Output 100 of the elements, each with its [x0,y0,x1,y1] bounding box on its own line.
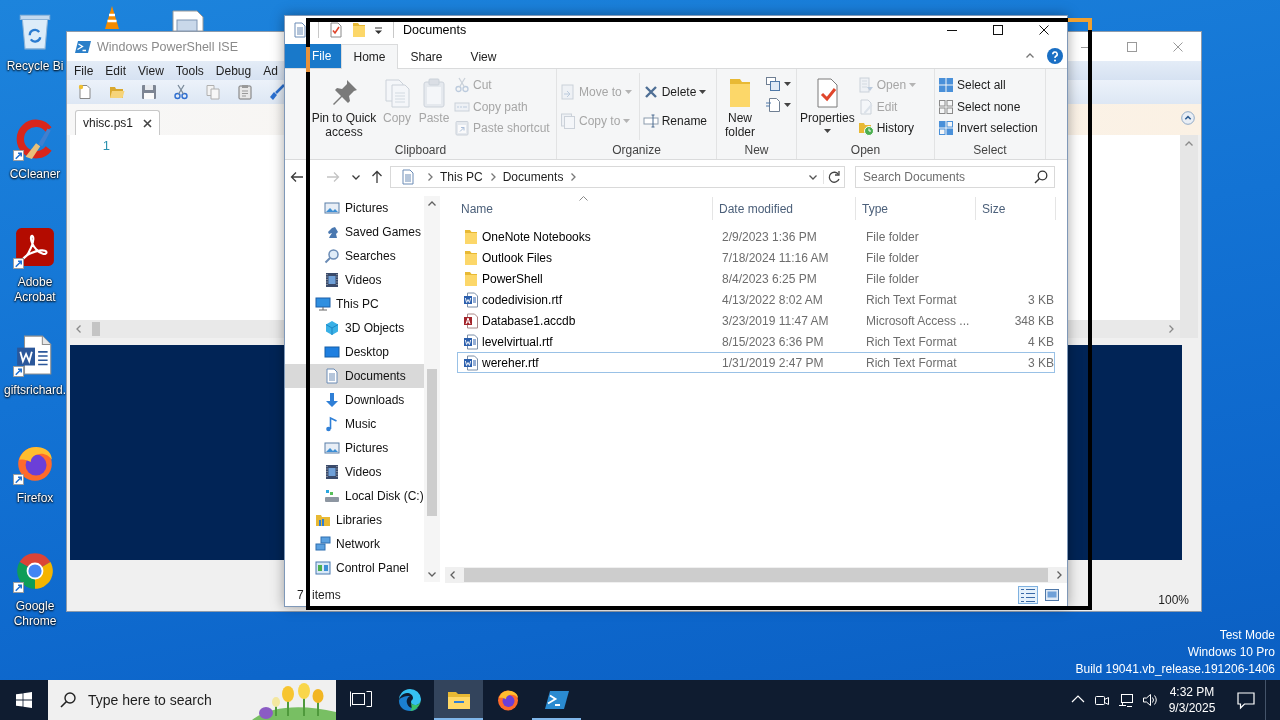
nav-item[interactable]: Desktop [285,340,424,364]
scrollbar-thumb[interactable] [92,322,100,336]
file-row[interactable]: OneNote Notebooks 2/9/2023 1:36 PM File folder [457,226,1055,247]
details-view-icon[interactable] [1018,586,1038,604]
ribbon-button[interactable] [763,74,793,94]
nav-item[interactable]: Videos [285,460,424,484]
nav-item[interactable]: Saved Games [285,220,424,244]
ribbon-tab[interactable]: Share [398,44,455,68]
editor-tab[interactable]: vhisc.ps1 [75,110,161,135]
date-modified: 4/13/2022 8:02 AM [722,292,823,307]
pdf-app-icon[interactable] [14,226,56,268]
vertical-scrollbar[interactable] [424,196,440,582]
help-icon[interactable] [1047,48,1063,64]
menu-item[interactable]: Debug [215,62,252,79]
file-row[interactable]: codedivision.rtf 4/13/2022 8:02 AM Rich Text Format 3 KB [457,289,1055,310]
document-icon [400,168,416,185]
menu-item[interactable]: Tools [175,62,204,79]
ribbon-button[interactable]: Pin to Quick access [311,72,377,143]
nav-item[interactable]: Libraries [285,508,424,532]
network-icon [315,536,331,552]
breadcrumb[interactable]: This PC [440,169,483,184]
chrome-icon[interactable] [14,550,56,592]
word-document-icon [463,333,479,350]
collapse-icon[interactable] [1181,110,1195,125]
nav-item[interactable]: Music [285,412,424,436]
scissors-icon[interactable] [173,84,189,100]
icon-label[interactable]: Recycle Bi [3,59,67,74]
nav-item[interactable]: This PC [285,292,424,316]
folder-clock-icon [857,120,874,137]
document-icon[interactable] [292,22,308,38]
new-page-icon[interactable] [77,84,93,100]
menu-item[interactable]: View [138,62,164,79]
ribbon-button[interactable]: History [857,118,921,139]
breadcrumb[interactable]: Documents [502,169,564,184]
ribbon-button[interactable]: Properties [800,72,855,143]
icon-label[interactable]: giftsrichard. [3,383,67,398]
nav-item[interactable]: Network [285,532,424,556]
clipboard-icon[interactable] [237,84,253,100]
file-name: Database1.accdb [482,313,576,328]
code-editor[interactable] [1068,135,1180,320]
horizontal-scrollbar[interactable] [445,567,1067,583]
ribbon-button[interactable]: Select all [938,74,1042,95]
search-field[interactable]: Search Documents [855,165,1055,188]
address-bar[interactable]: This PC Documents [390,165,845,188]
file-row[interactable]: PowerShell 8/4/2023 6:25 PM File folder [457,268,1055,289]
page-icon [857,76,874,93]
menu-item[interactable]: Ad [263,62,278,79]
empty-grid-icon [938,98,954,115]
nav-item[interactable]: 3D Objects [285,316,424,340]
ribbon-button[interactable]: Rename [642,111,712,131]
ribbon-button[interactable] [763,95,793,115]
caret-icon[interactable] [374,25,383,35]
menu-item[interactable]: File [74,62,94,79]
vertical-scrollbar[interactable] [1180,135,1198,338]
ribbon-button[interactable]: Delete [642,82,712,102]
file-row[interactable]: Database1.accdb 3/23/2019 11:47 AM Microsoft Access ... 348 KB [457,310,1055,331]
taskbar-button[interactable] [434,680,483,720]
icon-label[interactable]: CCleaner [3,167,67,182]
ribbon-button[interactable]: New folder [720,72,760,143]
file-row[interactable]: Outlook Files 7/18/2024 11:16 AM File folder [457,247,1055,268]
nav-item[interactable]: Downloads [285,388,424,412]
clock-date[interactable]: 9/3/2025 [1168,700,1216,716]
checkmark-document-icon[interactable] [328,22,344,38]
nav-item[interactable]: Searches [285,244,424,268]
speaker-icon[interactable] [1142,692,1158,708]
nav-item[interactable]: Pictures [285,196,424,220]
large-icons-view-icon[interactable] [1042,586,1062,604]
broom-icon[interactable] [269,84,285,100]
column-header[interactable]: Name [455,197,713,220]
file-menu-tab[interactable]: File [285,44,341,68]
menu-item[interactable]: Edit [105,62,127,79]
speech-bubble-icon[interactable] [1236,690,1256,710]
horizontal-scrollbar[interactable] [1068,320,1180,338]
nav-item[interactable]: Documents [285,364,424,388]
icon-label[interactable]: Adobe Acrobat [3,275,67,305]
file-row[interactable]: levelvirtual.rtf 8/15/2023 6:36 PM Rich Text Format 4 KB [457,331,1055,352]
ribbon-button[interactable]: Invert selection [938,118,1042,139]
ribbon-button[interactable]: Select none [938,96,1042,117]
icon-label[interactable]: Firefox [3,491,67,506]
move-page-icon [560,84,576,100]
file-row[interactable]: wereher.rtf 1/31/2019 2:47 PM Rich Text Format 3 KB [457,352,1055,373]
horizontal-scrollbar[interactable] [70,320,284,338]
icon-label[interactable]: Google Chrome [3,599,67,629]
nav-item[interactable]: Videos [285,268,424,292]
up-arrow-icon[interactable] [369,168,385,185]
column-header[interactable]: Type [856,197,976,220]
network-icon[interactable] [1118,692,1134,708]
nav-item[interactable]: Pictures [285,436,424,460]
ribbon-tab[interactable]: View [455,44,512,68]
picture-icon [324,200,340,216]
column-header[interactable]: Size [976,197,1056,220]
clock-time[interactable]: 4:32 PM [1169,684,1215,700]
nav-item[interactable]: Local Disk (C:) [285,484,424,508]
close-icon[interactable] [143,118,153,128]
scrollbar-thumb[interactable] [464,568,1048,582]
ribbon-tab[interactable]: Home [341,44,398,69]
column-header[interactable]: Date modified [713,197,856,220]
nav-item[interactable]: Control Panel [285,556,424,580]
code-editor[interactable]: 1 [70,135,284,320]
scrollbar-thumb[interactable] [427,369,437,516]
